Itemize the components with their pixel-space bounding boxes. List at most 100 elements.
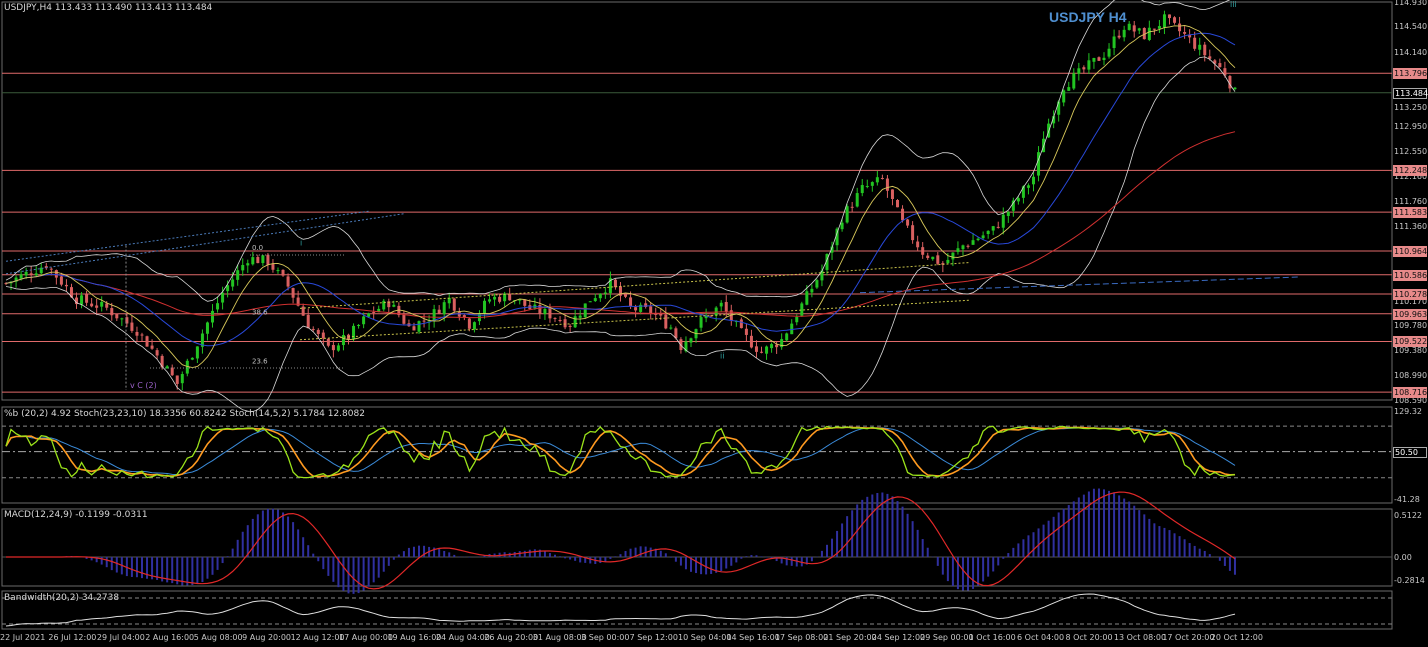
candle-body [367,313,371,317]
candle-body [140,334,144,336]
candle-body [291,288,295,298]
candle-body [548,307,552,319]
candle-body [765,346,769,354]
candle-body [1102,57,1106,61]
candle-body [936,255,940,264]
candle-body [437,309,441,314]
candle-body [724,302,728,312]
candle-body [1183,32,1187,34]
candle-body [120,318,124,320]
candle-body [357,324,361,326]
candle-body [85,294,89,303]
time-axis-label: 12 Aug 12:00 [290,633,345,642]
candle-body [155,350,159,356]
time-axis-label: 29 Sep 00:00 [920,633,974,642]
candle-body [1057,101,1061,115]
time-axis-label: 24 Sep 12:00 [871,633,926,642]
candle-body [472,322,476,330]
time-axis-label: 17 Sep 08:00 [774,633,829,642]
candle-body [775,344,779,348]
candle-body [29,273,33,276]
moving-average-fast-line [5,25,1236,369]
candle-body [1198,44,1202,50]
price-tick-label: 112.950 [1394,122,1428,132]
candle-body [523,299,527,306]
candle-body [770,344,774,349]
time-axis-label: 14 Sep 16:00 [726,633,780,642]
candle-body [150,345,154,349]
chart-canvas[interactable]: 0.023.638.6iiiiiiv C (2) [0,0,1428,647]
trend-channel-line [299,262,971,309]
candle-body [205,322,209,334]
time-axis-label: 2 Aug 16:00 [145,633,195,642]
candle-body [1117,35,1121,38]
candle-body [1097,57,1101,61]
candle-body [261,255,265,264]
candle-body [568,325,572,327]
macd-scale-label: 0.5122 [1394,511,1422,520]
candle-body [906,219,910,226]
candle-body [543,308,547,314]
wave-label-i: i [300,239,302,248]
macd-scale-label: 0.00 [1394,552,1412,562]
candle-body [916,241,920,248]
time-axis-label: 6 Oct 04:00 [1017,633,1065,642]
candle-body [583,303,587,318]
candle-body [286,276,290,287]
candle-body [865,185,869,187]
candle-body [931,256,935,260]
fib-label-23: 23.6 [252,358,268,366]
candle-body [482,300,486,314]
candle-body [417,321,421,332]
candle-body [1016,198,1020,202]
candle-body [195,346,199,359]
candle-body [175,375,179,384]
candle-body [432,309,436,321]
candle-body [1137,28,1141,31]
candle-body [180,374,184,384]
candle-body [256,257,260,264]
candle-body [135,331,139,336]
candle-body [326,338,330,346]
time-axis-label: 26 Aug 20:00 [484,633,539,642]
candle-body [598,293,602,299]
time-axis-label: 20 Oct 12:00 [1210,633,1263,642]
candle-body [850,206,854,208]
candle-body [241,265,245,271]
candle-body [211,310,215,323]
candle-body [1218,63,1222,68]
price-tick-label: 111.760 [1394,197,1428,206]
candle-body [754,346,758,352]
fib-label-top: 0.0 [252,244,263,252]
wave-label-ii: ii [720,352,724,361]
time-axis-label: 10 Sep 04:00 [678,633,732,642]
candle-body [90,303,94,307]
candle-body [956,248,960,252]
candle-body [921,247,925,255]
price-tick-label: 108.990 [1394,370,1428,380]
chart-header: USDJPY,H4 113.433 113.490 113.413 113.48… [4,3,213,13]
candle-body [996,226,1000,228]
candle-body [588,301,592,303]
candle-body [231,279,235,287]
candle-body [1011,200,1015,211]
oscillator-header: %b (20,2) 4.92 Stoch(23,23,10) 18.3356 6… [4,409,365,419]
time-axis-label: 1 Oct 16:00 [968,633,1016,642]
candle-body [1233,87,1237,90]
candle-body [744,328,748,335]
candle-body [251,257,255,265]
candle-body [649,306,653,314]
candle-body [54,270,58,278]
candle-body [810,288,814,293]
candle-body [49,268,53,270]
price-tick-label: 109.780 [1394,321,1428,331]
candle-body [336,345,340,351]
panel-frame-3 [1,590,1393,630]
candle-body [185,360,189,374]
macd-header: MACD(12,24,9) -0.1199 -0.0311 [4,510,148,520]
candle-body [896,199,900,208]
time-axis-label: 5 Aug 08:00 [193,633,243,642]
candle-body [860,185,864,194]
price-tick-label: 114.930 [1394,0,1428,7]
candle-body [603,292,607,294]
